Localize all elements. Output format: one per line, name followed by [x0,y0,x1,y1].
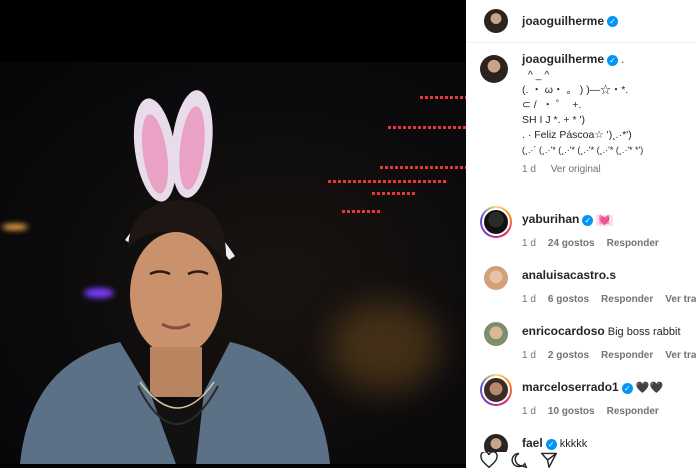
verified-badge-icon: ✓ [582,214,594,226]
comment-text: 🖤🖤 [635,382,664,394]
reply-button[interactable]: Responder [601,294,653,305]
comment-text: kkkkk [559,438,588,450]
comment-time: 1 d [522,238,536,249]
post-actions [466,452,696,468]
author-avatar[interactable] [480,5,512,37]
heart-icon[interactable] [480,452,498,468]
verified-badge-icon: ✓ [607,54,619,66]
person-illustration [20,90,330,464]
comment-text: Big boss rabbit [607,326,681,338]
avatar [482,264,510,292]
comment-item: marceloserrado1 ✓ 🖤🖤 1 d 10 gostos Responde… [480,374,696,417]
post-photo[interactable] [0,0,466,464]
caption-avatar[interactable] [480,55,508,83]
comment-item: enricocardoso Big boss rabbit 1 d 2 gosto… [480,320,696,361]
comment-time: 1 d [522,350,536,361]
avatar [482,208,510,236]
avatar [482,7,510,35]
reply-button[interactable]: Responder [607,238,659,249]
comment-item: fael ✓ kkkkk [480,432,696,460]
caption-line: (¸.·´ (¸.·'* (¸.·'* (¸.·'* (¸.·'* (¸.·'*… [522,145,644,155]
commenter-avatar[interactable] [480,318,512,350]
comment-item: yaburihan ✓ 💓 1 d 24 gostos Responder [480,206,696,249]
commenter-avatar[interactable] [480,374,512,406]
verified-badge-icon: ✓ [545,438,557,450]
verified-badge-icon: ✓ [621,382,633,394]
comment-likes[interactable]: 2 gostos [548,350,589,361]
comment-item: analuisacastro.s 1 d 6 gostos Responder Ver… [480,264,696,305]
caption-line: (. ・ ω・ 。 ) )—☆・*. [522,84,629,96]
comment-username[interactable]: enricocardoso [522,324,605,338]
comment-username[interactable]: yaburihan [522,212,579,226]
comment-username[interactable]: marceloserrado1 [522,380,619,394]
avatar [482,320,510,348]
caption-line: ⊂ / ・ ゜ +. [522,99,582,111]
commenter-avatar[interactable] [480,262,512,294]
reply-button[interactable]: Responder [601,350,653,361]
comment-text: 💓 [596,215,613,226]
post-caption: joaoguilherme ✓ . ^ _ ^ (. ・ ω・ 。 ) )—☆・*… [480,52,690,177]
caption-line: . · Feliz Páscoa☆ ')¸.·*') [522,129,632,141]
comment-likes[interactable]: 10 gostos [548,406,595,417]
reply-button[interactable]: Responder [607,406,659,417]
see-original-link[interactable]: Ver original [551,164,601,175]
see-translation-link[interactable]: Ver trad [665,350,696,361]
comment-time: 1 d [522,406,536,417]
comment-icon[interactable] [510,452,528,468]
avatar [482,376,510,404]
see-translation-link[interactable]: Ver trad [665,294,696,305]
caption-line: ^ _ ^ [522,69,550,81]
caption-time: 1 d [522,164,536,175]
photo-image [0,62,466,464]
author-username[interactable]: joaoguilherme [522,14,604,28]
comment-likes[interactable]: 6 gostos [548,294,589,305]
comment-time: 1 d [522,294,536,305]
comment-username[interactable]: fael [522,436,543,450]
verified-badge-icon: ✓ [607,15,619,27]
commenter-avatar[interactable] [480,206,512,238]
caption-username[interactable]: joaoguilherme [522,52,604,66]
comment-username[interactable]: analuisacastro.s [522,268,616,282]
post-header: joaoguilherme ✓ [466,0,696,43]
comment-likes[interactable]: 24 gostos [548,238,595,249]
caption-line: SH I J *. + * ') [522,114,585,126]
comments-panel: joaoguilherme ✓ joaoguilherme ✓ . ^ _ ^ (… [466,0,696,468]
caption-suffix: . [621,54,625,66]
share-icon[interactable] [540,452,558,468]
